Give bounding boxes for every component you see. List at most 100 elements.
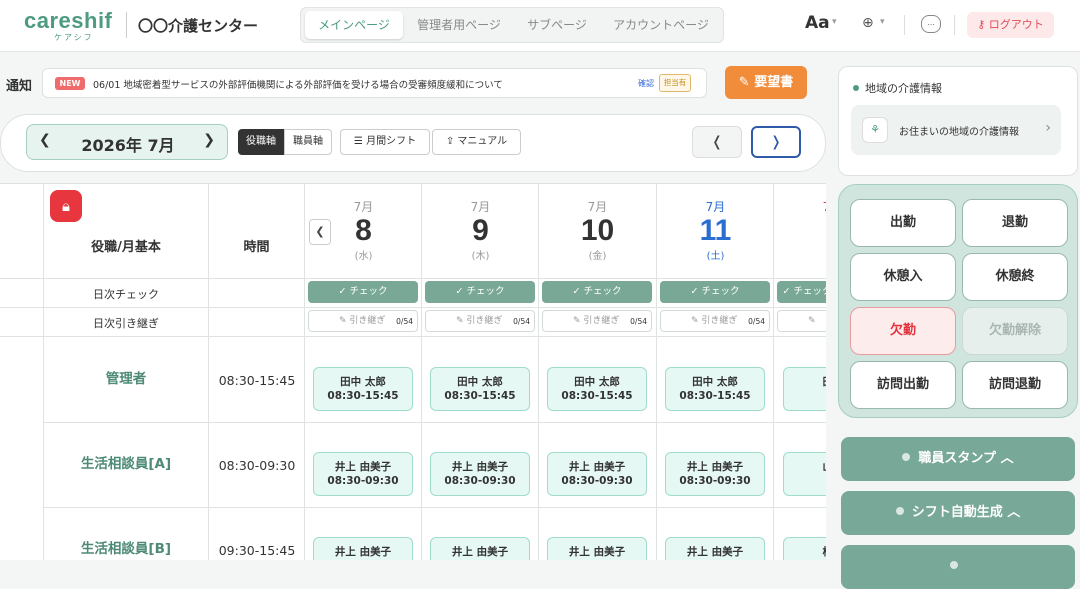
nav-tabs: メインページ 管理者用ページ サブページ アカウントページ — [300, 7, 724, 43]
shift-card[interactable]: 田中 — [783, 367, 826, 411]
chevron-right-icon[interactable]: ❯ — [203, 132, 215, 148]
list-icon: ☰ — [353, 136, 367, 147]
day-month: 7月 — [705, 200, 726, 214]
day-number: 8 — [355, 214, 372, 247]
visit-clock-in-button[interactable]: 訪問出勤 — [850, 361, 956, 409]
divider — [0, 307, 826, 308]
carry-button[interactable]: ✎ — [777, 310, 826, 332]
key-icon: ⚷ — [977, 18, 989, 31]
shift-card[interactable]: 井上 由美子 08:30-09:30 — [547, 452, 647, 496]
shift-card[interactable]: 井上 由美子 08:30-09:30 — [313, 452, 413, 496]
manual-button[interactable]: ⇪ マニュアル — [432, 129, 521, 155]
day-number: 11 — [699, 214, 732, 247]
zoom-icon[interactable]: ⊕ — [862, 15, 874, 31]
check-button[interactable]: ✓ チェック — [308, 281, 418, 303]
carry-button[interactable]: ✎ 引き継ぎ 0/54 — [308, 310, 418, 332]
check-button[interactable]: ✓ チェック — [425, 281, 535, 303]
check-button[interactable]: ✓ チェック — [777, 281, 826, 303]
staff-stamp-toggle[interactable]: 職員スタンプ ︿ — [841, 437, 1075, 481]
shift-card[interactable]: 井上 由美子 08:30-09:30 — [430, 452, 530, 496]
absence-button[interactable]: 欠勤 — [850, 307, 956, 355]
divider — [44, 422, 826, 423]
shift-card[interactable]: 井上 由美子 — [665, 537, 765, 560]
day-header: 7月 9 (木) — [422, 184, 539, 278]
check-button[interactable]: ✓ チェック — [660, 281, 770, 303]
carry-label: 引き継ぎ — [583, 316, 620, 326]
lock-icon[interactable]: 🔒︎ — [50, 190, 82, 222]
break-start-button[interactable]: 休憩入 — [850, 253, 956, 301]
break-end-button[interactable]: 休憩終 — [962, 253, 1068, 301]
shift-card[interactable]: 田中 太郎 08:30-15:45 — [313, 367, 413, 411]
clock-out-button[interactable]: 退勤 — [962, 199, 1068, 247]
daily-carry-label: 日次引き継ぎ — [93, 317, 159, 330]
shift-card[interactable]: 井上 由美子 08:30-09:30 — [665, 452, 765, 496]
prev-page-button[interactable]: ❬ — [692, 126, 742, 158]
day-month: 7月 — [470, 200, 491, 214]
tab-admin[interactable]: 管理者用ページ — [407, 11, 511, 39]
divider — [126, 12, 127, 38]
month-selector: ❮ 2026年 7月 ❯ — [26, 124, 228, 160]
notice-bar[interactable]: NEW 06/01 地域密着型サービスの外部評価機関による外部評価を受ける場合の… — [42, 68, 707, 98]
header: careshif ケアシフ 〇〇介護センター メインページ 管理者用ページ サブ… — [0, 0, 1080, 52]
day-number: 10 — [580, 214, 615, 247]
shift-card[interactable]: 井上 由美子 — [547, 537, 647, 560]
carry-button[interactable]: ✎ 引き継ぎ 0/54 — [425, 310, 535, 332]
new-badge: NEW — [55, 77, 85, 90]
local-info-link[interactable]: ⚘ お住まいの地域の介護情報 › — [851, 105, 1061, 155]
row-time: 08:30-09:30 — [218, 458, 296, 473]
monthly-shift-label: 月間シフト — [366, 136, 417, 147]
shift-name: 田中 太郎 — [574, 376, 620, 388]
shift-card[interactable]: 井上 由美子 — [430, 537, 530, 560]
location-icon: ⚘ — [862, 117, 888, 143]
cancel-absence-button[interactable]: 欠勤解除 — [962, 307, 1068, 355]
axis-staff-button[interactable]: 職員軸 — [284, 129, 332, 155]
shift-time: 08:30-15:45 — [561, 390, 633, 402]
monthly-shift-button[interactable]: ☰ 月間シフト — [340, 129, 430, 155]
confirm-link[interactable]: 確認 — [638, 78, 654, 89]
carry-button[interactable]: ✎ 引き継ぎ 0/54 — [542, 310, 652, 332]
shift-time: 08:30-09:30 — [679, 475, 751, 487]
carry-count: 0/54 — [630, 317, 647, 326]
row-time: 09:30-15:45 — [218, 543, 296, 558]
carry-button[interactable]: ✎ 引き継ぎ 0/54 — [660, 310, 770, 332]
carry-count: 0/54 — [396, 317, 413, 326]
logout-button[interactable]: ⚷ ログアウト — [967, 12, 1054, 38]
shift-card[interactable]: 田中 太郎 08:30-15:45 — [430, 367, 530, 411]
shift-name: 田中 太郎 — [457, 376, 503, 388]
carry-count: 0/54 — [748, 317, 765, 326]
day-weekday: ( — [774, 247, 826, 258]
shift-name: 田中 太郎 — [340, 376, 386, 388]
shift-card[interactable]: 松本 — [783, 537, 826, 560]
shift-card[interactable]: 山田 — [783, 452, 826, 496]
row-time: 08:30-15:45 — [218, 373, 296, 388]
clock-in-button[interactable]: 出勤 — [850, 199, 956, 247]
notice-text[interactable]: 06/01 地域密着型サービスの外部評価機関による外部評価を受ける場合の受審頻度… — [93, 77, 503, 91]
chevron-right-icon: › — [1045, 120, 1051, 136]
stamp-panel: 出勤 退勤 休憩入 休憩終 欠勤 欠勤解除 訪問出勤 訪問退勤 — [838, 184, 1078, 418]
tab-sub[interactable]: サブページ — [515, 11, 599, 39]
collapsed-section[interactable] — [841, 545, 1075, 589]
check-button[interactable]: ✓ チェック — [542, 281, 652, 303]
axis-role-button[interactable]: 役職軸 — [238, 129, 284, 155]
shift-name: 田中 太郎 — [692, 376, 738, 388]
next-page-button[interactable]: ❭ — [751, 126, 801, 158]
day-month: 7月 — [774, 198, 826, 215]
visit-clock-out-button[interactable]: 訪問退勤 — [962, 361, 1068, 409]
app-logo-sub: ケアシフ — [54, 33, 94, 42]
shift-name: 井上 由美子 — [686, 546, 744, 558]
auto-shift-toggle[interactable]: シフト自動生成 ︿ — [841, 491, 1075, 535]
daily-check-label: 日次チェック — [93, 288, 159, 301]
tab-account[interactable]: アカウントページ — [603, 11, 719, 39]
request-button[interactable]: ✎ 要望書 — [725, 66, 807, 99]
font-size-button[interactable]: Aa — [805, 13, 830, 33]
shift-card[interactable]: 井上 由美子 — [313, 537, 413, 560]
shift-name: 山田 — [784, 460, 827, 474]
shift-name: 井上 由美子 — [568, 546, 626, 558]
shift-card[interactable]: 田中 太郎 08:30-15:45 — [665, 367, 765, 411]
assigned-badge[interactable]: 担当有 — [659, 74, 691, 92]
chat-icon[interactable]: … — [921, 15, 941, 33]
tab-main[interactable]: メインページ — [305, 11, 403, 39]
day-number: 9 — [472, 214, 489, 247]
shift-card[interactable]: 田中 太郎 08:30-15:45 — [547, 367, 647, 411]
app-logo[interactable]: careshif — [24, 8, 112, 34]
